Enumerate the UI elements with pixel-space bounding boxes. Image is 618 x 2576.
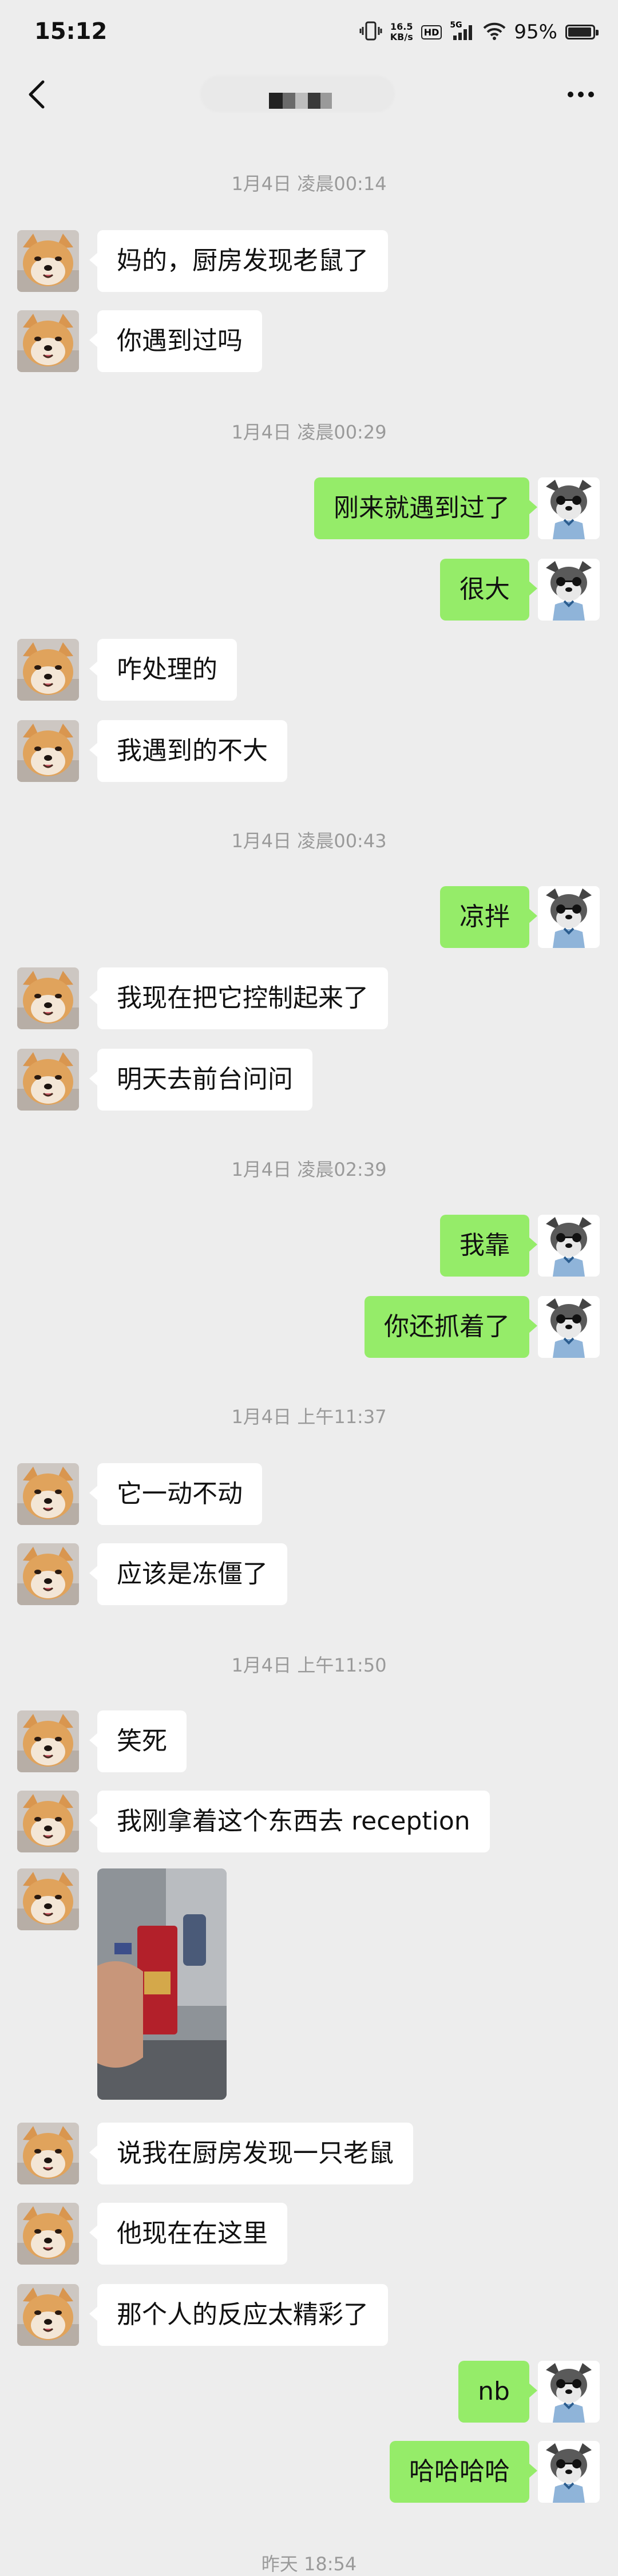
- outgoing-message-bubble[interactable]: 凉拌: [440, 886, 537, 948]
- battery-percent: 95%: [514, 21, 557, 44]
- net-speed-value: 16.5: [390, 21, 413, 32]
- my-avatar[interactable]: [538, 477, 600, 539]
- avatar-image: [17, 1791, 79, 1852]
- my-avatar[interactable]: [538, 2361, 600, 2423]
- net-speed: 16.5 KB/s: [390, 22, 413, 42]
- more-button[interactable]: [561, 74, 601, 114]
- avatar-image: [538, 2361, 600, 2423]
- battery-level: [568, 27, 591, 37]
- contact-avatar[interactable]: [17, 1710, 79, 1772]
- photo-message[interactable]: [97, 1868, 227, 2100]
- contact-avatar[interactable]: [17, 1543, 79, 1605]
- contact-avatar[interactable]: [17, 1791, 79, 1852]
- avatar-image: [538, 1215, 600, 1277]
- avatar-image: [17, 1868, 79, 1930]
- status-bar: 15:12 16.5 KB/s HD 5G 95%: [0, 0, 618, 63]
- my-avatar[interactable]: [538, 1215, 600, 1277]
- contact-avatar[interactable]: [17, 310, 79, 372]
- my-avatar[interactable]: [538, 2441, 600, 2503]
- avatar-image: [17, 230, 79, 292]
- my-avatar[interactable]: [538, 886, 600, 948]
- avatar-image: [17, 2203, 79, 2265]
- incoming-message-bubble[interactable]: 它一动不动: [89, 1463, 262, 1525]
- net-speed-unit: KB/s: [390, 31, 413, 42]
- wifi-icon: [483, 22, 506, 42]
- chat-header: [0, 63, 618, 126]
- contact-avatar[interactable]: [17, 1049, 79, 1111]
- contact-avatar[interactable]: [17, 967, 79, 1029]
- incoming-message-bubble[interactable]: 他现在在这里: [89, 2203, 287, 2265]
- contact-avatar[interactable]: [17, 2203, 79, 2265]
- incoming-message-bubble[interactable]: 你遇到过吗: [89, 310, 262, 372]
- contact-avatar[interactable]: [17, 1868, 79, 1930]
- avatar-image: [17, 1049, 79, 1111]
- contact-avatar[interactable]: [17, 639, 79, 701]
- my-avatar[interactable]: [538, 1296, 600, 1358]
- my-avatar[interactable]: [538, 559, 600, 621]
- contact-avatar[interactable]: [17, 230, 79, 292]
- contact-avatar[interactable]: [17, 2284, 79, 2346]
- incoming-message-bubble[interactable]: 我遇到的不大: [89, 720, 287, 782]
- incoming-message-bubble[interactable]: 说我在厨房发现一只老鼠: [89, 2123, 413, 2184]
- incoming-message-bubble[interactable]: 那个人的反应太精彩了: [89, 2284, 388, 2346]
- message-timestamp: 1月4日 上午11:50: [231, 1654, 387, 1676]
- avatar-image: [17, 1710, 79, 1772]
- avatar-image: [538, 1296, 600, 1358]
- outgoing-message-bubble[interactable]: 刚来就遇到过了: [314, 477, 537, 539]
- contact-avatar[interactable]: [17, 2123, 79, 2184]
- incoming-message-bubble[interactable]: 我现在把它控制起来了: [89, 967, 388, 1029]
- message-timestamp: 1月4日 上午11:37: [231, 1406, 387, 1428]
- outgoing-message-bubble[interactable]: 你还抓着了: [365, 1296, 537, 1358]
- avatar-image: [538, 2441, 600, 2503]
- outgoing-message-bubble[interactable]: 我靠: [440, 1215, 537, 1277]
- incoming-message-bubble[interactable]: 妈的，厨房发现老鼠了: [89, 230, 388, 292]
- avatar-image: [17, 967, 79, 1029]
- contact-avatar[interactable]: [17, 1463, 79, 1525]
- incoming-message-bubble[interactable]: 应该是冻僵了: [89, 1543, 287, 1605]
- photo-image: [97, 1868, 227, 2100]
- outgoing-message-bubble[interactable]: 哈哈哈哈: [390, 2441, 537, 2503]
- avatar-image: [17, 1543, 79, 1605]
- avatar-image: [17, 639, 79, 701]
- avatar-image: [17, 1463, 79, 1525]
- chevron-left-icon: [29, 80, 45, 109]
- chat-title-redacted: [269, 93, 332, 109]
- avatar-image: [538, 477, 600, 539]
- message-timestamp: 1月4日 凌晨00:14: [231, 173, 387, 195]
- message-timestamp: 1月4日 凌晨00:29: [231, 421, 387, 443]
- avatar-image: [17, 310, 79, 372]
- avatar-image: [17, 720, 79, 782]
- avatar-image: [538, 559, 600, 621]
- incoming-message-bubble[interactable]: 我刚拿着这个东西去 reception: [89, 1791, 490, 1852]
- avatar-image: [17, 2123, 79, 2184]
- hd-icon: HD: [421, 25, 442, 39]
- message-timestamp: 昨天 18:54: [261, 2553, 357, 2575]
- avatar-image: [17, 2284, 79, 2346]
- status-icons: 16.5 KB/s HD 5G 95%: [359, 21, 599, 44]
- contact-avatar[interactable]: [17, 720, 79, 782]
- incoming-message-bubble[interactable]: 笑死: [89, 1710, 187, 1772]
- status-time: 15:12: [34, 18, 108, 45]
- avatar-image: [538, 886, 600, 948]
- message-timestamp: 1月4日 凌晨02:39: [231, 1159, 387, 1180]
- outgoing-message-bubble[interactable]: nb: [458, 2361, 537, 2423]
- outgoing-message-bubble[interactable]: 很大: [440, 559, 537, 621]
- incoming-message-bubble[interactable]: 咋处理的: [89, 639, 237, 701]
- more-dots-icon: [568, 92, 594, 97]
- incoming-message-bubble[interactable]: 明天去前台问问: [89, 1049, 312, 1111]
- signal-icon: 5G: [450, 21, 475, 41]
- battery-icon: [565, 25, 599, 39]
- vibrate-icon: [359, 21, 382, 43]
- back-button[interactable]: [17, 74, 57, 114]
- message-timestamp: 1月4日 凌晨00:43: [231, 830, 387, 852]
